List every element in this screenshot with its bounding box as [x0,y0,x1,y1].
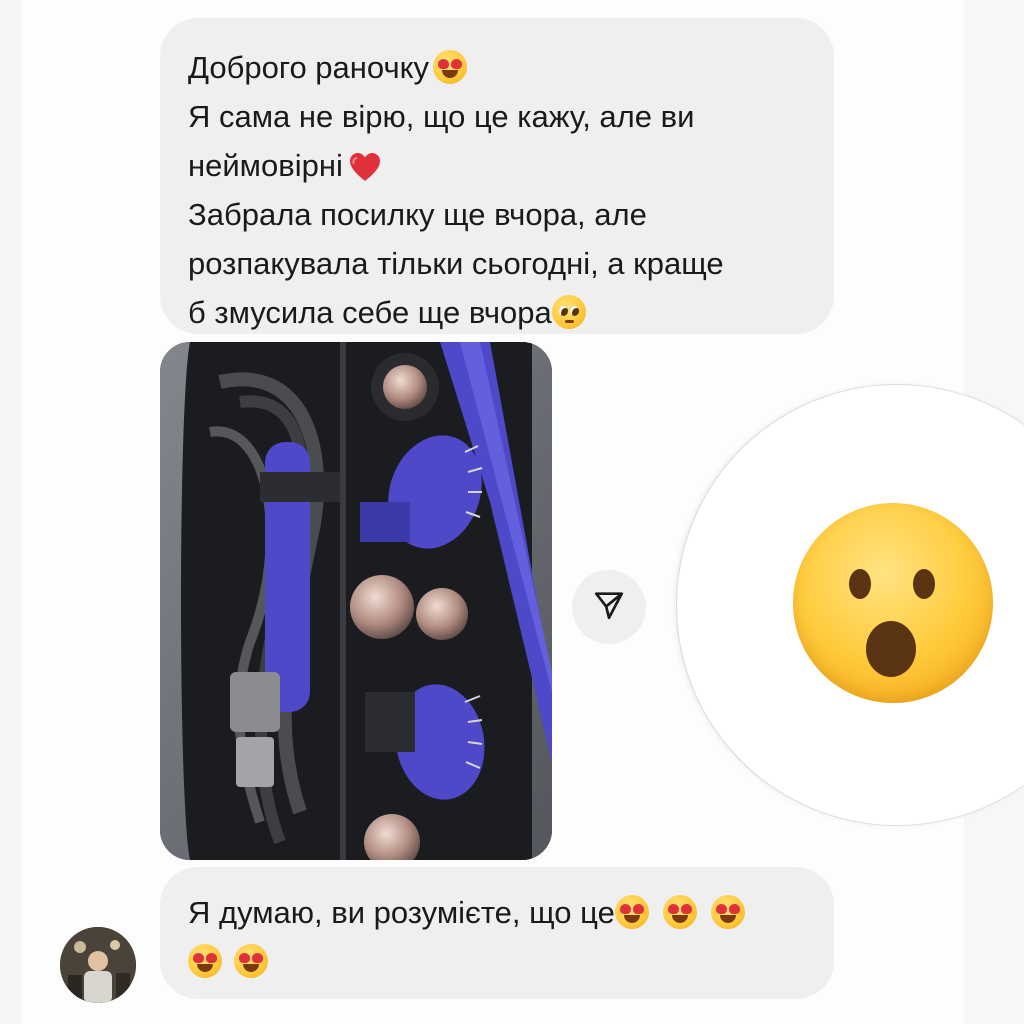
message-bubble[interactable]: Я думаю, ви розумієте, що це [160,867,834,999]
heart-eyes-emoji [188,944,222,978]
message-text: б змусила себе ще вчора [188,295,552,330]
message-text: неймовірні [188,148,343,183]
heart-eyes-emoji [662,895,697,929]
message-line: Доброго раночку [188,43,806,92]
left-edge-panel [0,0,22,1024]
share-button[interactable] [572,570,646,644]
chat-screen: Доброго раночку Я сама не вірю, що це ка… [0,0,1024,1024]
astonished-face-emoji[interactable] [793,503,993,703]
heart-eyes-emoji [614,895,649,929]
message-line: неймовірні [188,141,806,190]
message-line: Я думаю, ви розумієте, що це [188,888,806,937]
message-text: Доброго раночку [188,50,430,85]
paper-plane-icon [592,588,626,627]
message-text: Забрала посилку ще вчора, але [188,197,647,232]
message-line: Забрала посилку ще вчора, але [188,190,806,239]
heart-eyes-emoji [710,895,745,929]
red-heart-emoji [349,152,381,182]
message-line: Я сама не вірю, що це кажу, але ви [188,92,806,141]
heart-eyes-emoji [433,50,468,84]
pleading-face-emoji [551,295,586,329]
message-line [188,937,806,986]
message-text: розпакувала тільки сьогодні, а краще [188,246,724,281]
message-bubble[interactable]: Доброго раночку Я сама не вірю, що це ка… [160,18,834,334]
message-text: Я думаю, ви розумієте, що це [188,895,615,930]
message-line: б змусила себе ще вчора [188,288,806,337]
message-text: Я сама не вірю, що це кажу, але ви [188,99,695,134]
message-line: розпакувала тільки сьогодні, а краще [188,239,806,288]
heart-eyes-emoji [234,944,268,978]
user-avatar[interactable] [60,927,136,1003]
photo-attachment[interactable] [160,342,552,860]
